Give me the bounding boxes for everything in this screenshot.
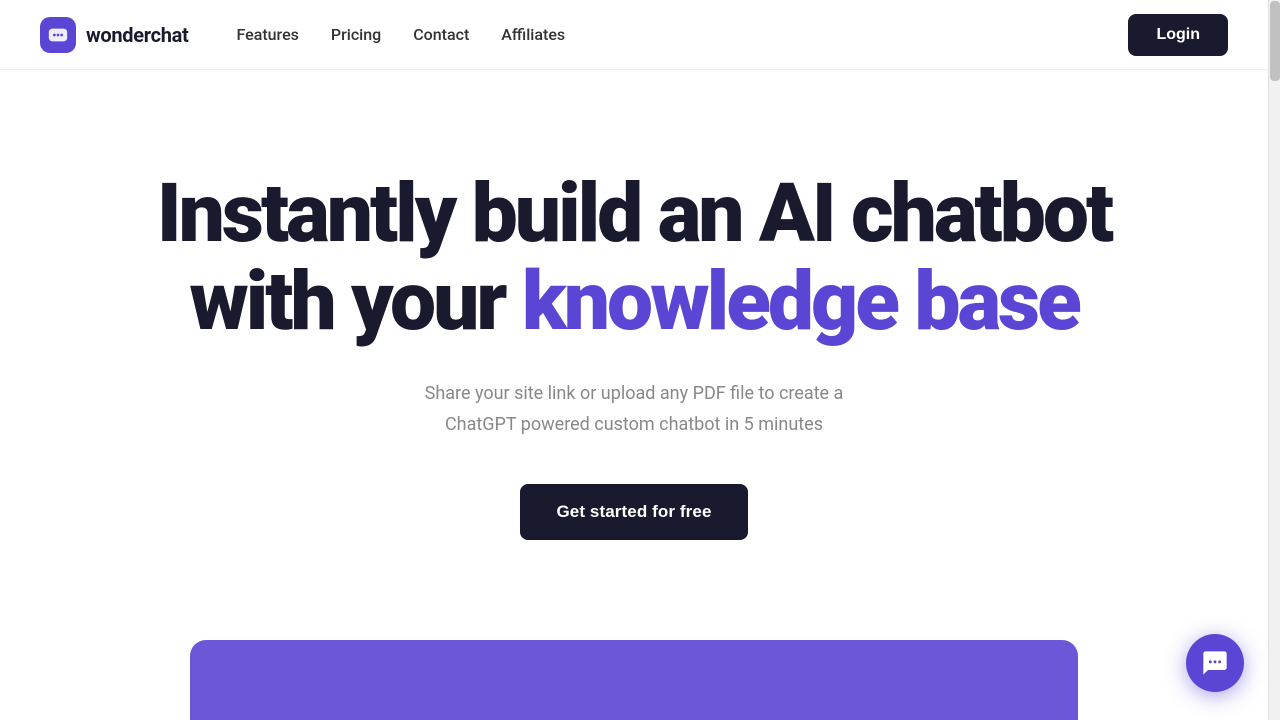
hero-title-line1: Instantly build an AI chatbot [157, 166, 1111, 262]
nav-link-contact[interactable]: Contact [413, 25, 469, 44]
logo-icon [40, 17, 76, 53]
bottom-preview-card [190, 640, 1078, 720]
cta-button[interactable]: Get started for free [520, 484, 747, 540]
chat-widget-button[interactable] [1186, 634, 1244, 692]
nav-link-affiliates[interactable]: Affiliates [501, 25, 565, 44]
chat-bubble-icon [1201, 649, 1229, 677]
nav-link-features[interactable]: Features [236, 25, 298, 44]
nav-item-affiliates[interactable]: Affiliates [501, 25, 565, 44]
scrollbar[interactable] [1268, 0, 1280, 720]
login-button[interactable]: Login [1128, 14, 1228, 56]
hero-title-highlight: knowledge base [522, 254, 1079, 350]
nav-links: Features Pricing Contact Affiliates [236, 25, 565, 44]
hero-subtitle-line2: ChatGPT powered custom chatbot in 5 minu… [445, 414, 823, 435]
hero-subtitle-line1: Share your site link or upload any PDF f… [425, 383, 844, 404]
navbar: wonderchat Features Pricing Contact Affi… [0, 0, 1268, 70]
logo-text: wonderchat [86, 23, 188, 47]
nav-item-pricing[interactable]: Pricing [331, 25, 381, 44]
nav-left: wonderchat Features Pricing Contact Affi… [40, 17, 565, 53]
nav-link-pricing[interactable]: Pricing [331, 25, 381, 44]
hero-title-line2-plain: with your [189, 254, 522, 350]
nav-item-features[interactable]: Features [236, 25, 298, 44]
nav-item-contact[interactable]: Contact [413, 25, 469, 44]
hero-title: Instantly build an AI chatbot with your … [157, 170, 1111, 347]
hero-subtitle: Share your site link or upload any PDF f… [425, 379, 844, 440]
logo-link[interactable]: wonderchat [40, 17, 188, 53]
hero-section: Instantly build an AI chatbot with your … [0, 0, 1280, 640]
scrollbar-thumb[interactable] [1270, 1, 1280, 81]
